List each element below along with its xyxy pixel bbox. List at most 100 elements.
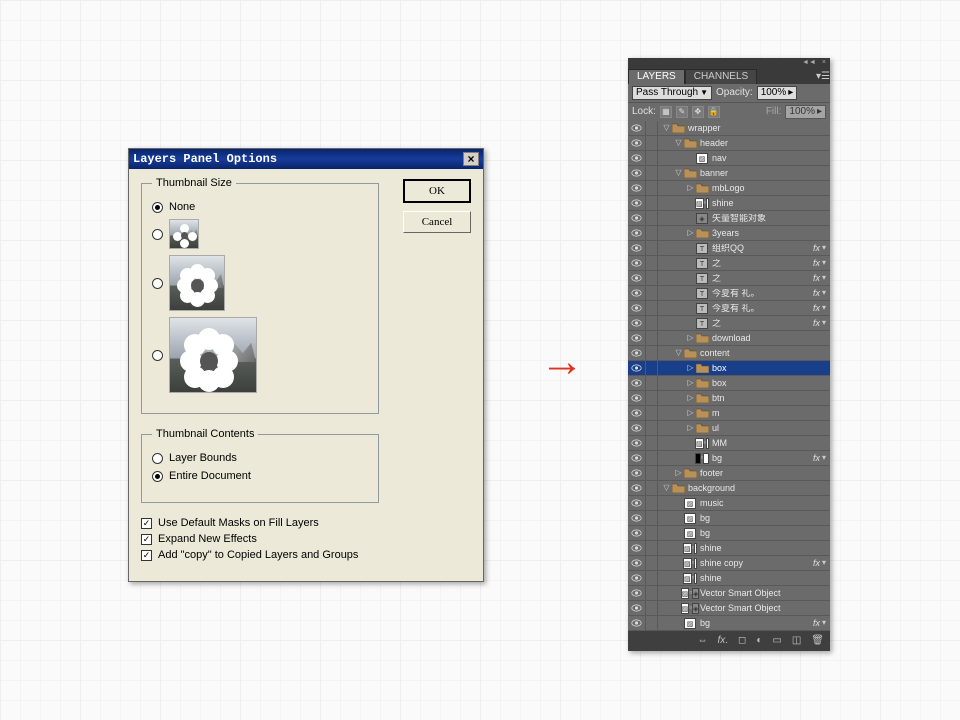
- visibility-icon[interactable]: [628, 526, 646, 540]
- lock-transparency-icon[interactable]: ▦: [660, 106, 672, 118]
- thumb-none-option[interactable]: None: [152, 201, 368, 213]
- visibility-icon[interactable]: [628, 331, 646, 345]
- layer-row[interactable]: ▷▨▫shine copyfx▾: [628, 556, 830, 571]
- layer-row[interactable]: ▷▨▫shine: [628, 571, 830, 586]
- layer-row[interactable]: ▽wrapper: [628, 121, 830, 136]
- layer-row[interactable]: ▷ul: [628, 421, 830, 436]
- visibility-icon[interactable]: [628, 316, 646, 330]
- expand-icon[interactable]: ▽: [662, 124, 671, 132]
- layer-row[interactable]: ▷T之fx▾: [628, 256, 830, 271]
- expand-icon[interactable]: ▷: [686, 379, 695, 387]
- effects-indicator[interactable]: fx: [813, 619, 820, 628]
- close-icon[interactable]: ×: [463, 152, 479, 166]
- visibility-icon[interactable]: [628, 616, 646, 630]
- tab-channels[interactable]: CHANNELS: [685, 69, 757, 84]
- visibility-icon[interactable]: [628, 481, 646, 495]
- blend-mode-select[interactable]: Pass Through ▼: [632, 86, 712, 100]
- opacity-input[interactable]: 100% ▸: [757, 86, 798, 100]
- entire-document-option[interactable]: Entire Document: [152, 470, 368, 482]
- layer-row[interactable]: ▷T今夏有 礼。fx▾: [628, 301, 830, 316]
- effects-indicator[interactable]: fx: [813, 559, 820, 568]
- layer-row[interactable]: ▷▨music: [628, 496, 830, 511]
- layer-row[interactable]: ▷btn: [628, 391, 830, 406]
- expand-icon[interactable]: ▽: [674, 139, 683, 147]
- visibility-icon[interactable]: [628, 196, 646, 210]
- effects-indicator[interactable]: fx: [813, 304, 820, 313]
- delete-layer-icon[interactable]: 🗑: [811, 636, 824, 646]
- expand-icon[interactable]: ▽: [674, 169, 683, 177]
- fill-input[interactable]: 100% ▸: [785, 105, 826, 119]
- layer-bounds-option[interactable]: Layer Bounds: [152, 452, 368, 464]
- add-copy-check[interactable]: ✓ Add "copy" to Copied Layers and Groups: [141, 549, 475, 561]
- visibility-icon[interactable]: [628, 136, 646, 150]
- visibility-icon[interactable]: [628, 361, 646, 375]
- visibility-icon[interactable]: [628, 466, 646, 480]
- visibility-icon[interactable]: [628, 496, 646, 510]
- expand-icon[interactable]: ▷: [686, 394, 695, 402]
- effects-indicator[interactable]: fx: [813, 289, 820, 298]
- layer-row[interactable]: ▷▨▫MM: [628, 436, 830, 451]
- lock-pixels-icon[interactable]: ✎: [676, 106, 688, 118]
- visibility-icon[interactable]: [628, 511, 646, 525]
- effects-indicator[interactable]: fx: [813, 274, 820, 283]
- layer-row[interactable]: ▷T今夏有 礼。fx▾: [628, 286, 830, 301]
- visibility-icon[interactable]: [628, 601, 646, 615]
- panel-header-bar[interactable]: ◄◄ ×: [628, 58, 830, 66]
- close-panel-icon[interactable]: ×: [822, 59, 826, 66]
- layer-row[interactable]: ▷▨▫shine: [628, 196, 830, 211]
- layer-row[interactable]: ▷3years: [628, 226, 830, 241]
- expand-icon[interactable]: ▽: [662, 484, 671, 492]
- visibility-icon[interactable]: [628, 556, 646, 570]
- layer-row[interactable]: ▷T之fx▾: [628, 316, 830, 331]
- effects-expand-icon[interactable]: ▾: [822, 304, 826, 312]
- thumb-large-option[interactable]: [152, 317, 368, 393]
- visibility-icon[interactable]: [628, 391, 646, 405]
- layer-row[interactable]: ▷▨▫shine: [628, 541, 830, 556]
- expand-icon[interactable]: ▷: [674, 469, 683, 477]
- layer-row[interactable]: ▽banner: [628, 166, 830, 181]
- panel-menu-icon[interactable]: ▾☰: [816, 70, 830, 84]
- visibility-icon[interactable]: [628, 346, 646, 360]
- visibility-icon[interactable]: [628, 586, 646, 600]
- visibility-icon[interactable]: [628, 541, 646, 555]
- layer-row[interactable]: ▷box: [628, 361, 830, 376]
- effects-expand-icon[interactable]: ▾: [822, 244, 826, 252]
- visibility-icon[interactable]: [628, 451, 646, 465]
- expand-icon[interactable]: ▷: [686, 184, 695, 192]
- layer-row[interactable]: ▷▨bg: [628, 511, 830, 526]
- layer-row[interactable]: ▷box: [628, 376, 830, 391]
- layer-list[interactable]: ▽wrapper▽header▷▨nav▽banner▷mbLogo▷▨▫shi…: [628, 121, 830, 631]
- layer-row[interactable]: ▷▫bgfx▾: [628, 451, 830, 466]
- layer-row[interactable]: ▷▨bgfx▾: [628, 616, 830, 631]
- thumb-small-option[interactable]: [152, 219, 368, 249]
- layer-row[interactable]: ▷◈矢量智能对象: [628, 211, 830, 226]
- visibility-icon[interactable]: [628, 271, 646, 285]
- layer-row[interactable]: ▷▨nav: [628, 151, 830, 166]
- visibility-icon[interactable]: [628, 421, 646, 435]
- visibility-icon[interactable]: [628, 121, 646, 135]
- layer-row[interactable]: ▷m: [628, 406, 830, 421]
- ok-button[interactable]: OK: [403, 179, 471, 203]
- cancel-button[interactable]: Cancel: [403, 211, 471, 233]
- visibility-icon[interactable]: [628, 376, 646, 390]
- expand-icon[interactable]: ▷: [686, 424, 695, 432]
- layer-row[interactable]: ▷T之fx▾: [628, 271, 830, 286]
- link-layers-icon[interactable]: ⇔: [697, 636, 707, 646]
- dialog-titlebar[interactable]: Layers Panel Options ×: [129, 149, 483, 169]
- layer-row[interactable]: ▽content: [628, 346, 830, 361]
- thumb-medium-option[interactable]: [152, 255, 368, 311]
- effects-expand-icon[interactable]: ▾: [822, 289, 826, 297]
- effects-expand-icon[interactable]: ▾: [822, 319, 826, 327]
- effects-expand-icon[interactable]: ▾: [822, 619, 826, 627]
- visibility-icon[interactable]: [628, 241, 646, 255]
- visibility-icon[interactable]: [628, 226, 646, 240]
- layer-row[interactable]: ▽background: [628, 481, 830, 496]
- effects-expand-icon[interactable]: ▾: [822, 259, 826, 267]
- layer-row[interactable]: ▷download: [628, 331, 830, 346]
- collapse-icon[interactable]: ◄◄: [802, 59, 816, 66]
- lock-all-icon[interactable]: 🔒: [708, 106, 720, 118]
- visibility-icon[interactable]: [628, 181, 646, 195]
- layer-mask-icon[interactable]: ◻: [738, 636, 746, 646]
- effects-indicator[interactable]: fx: [813, 244, 820, 253]
- layer-row[interactable]: ▷▨▫◈Vector Smart Object: [628, 586, 830, 601]
